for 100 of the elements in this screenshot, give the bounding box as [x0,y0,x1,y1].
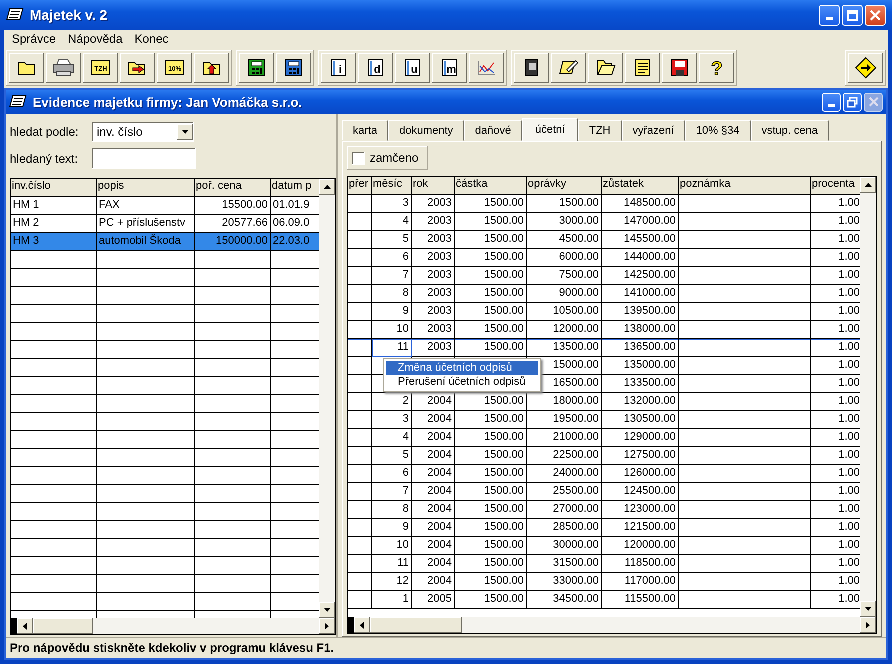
column-header[interactable]: procenta [811,177,860,195]
toolbar-button[interactable] [848,53,883,83]
app-icon [9,94,27,110]
floppy-icon [670,59,688,77]
toolbar-button[interactable] [625,53,660,83]
toolbar-button[interactable]: d [358,53,393,83]
table-cell: 3 [402,197,409,209]
document-icon: i [330,59,346,77]
menu-item[interactable]: Správce [6,32,62,46]
table-cell: 118500.00 [624,557,676,569]
table-cell: 147000.00 [624,215,676,227]
minimize-button[interactable] [819,4,840,26]
minimize-button[interactable] [822,92,841,112]
scroll-right-icon [866,622,870,628]
column-header[interactable]: rok [412,177,455,195]
table-cell: 145500.00 [624,233,676,245]
column-header[interactable]: částka [455,177,527,195]
toolbar-button[interactable] [194,53,229,83]
table-cell: 12 [396,575,409,587]
toolbar-button[interactable] [239,53,274,83]
toolbar-button[interactable] [551,53,586,83]
tab[interactable]: 10% §34 [685,120,751,141]
close-button[interactable] [864,92,883,112]
search-text-field[interactable] [92,148,196,169]
toolbar-button[interactable] [9,53,44,83]
menu-item[interactable]: Přerušení účetních odpisů [386,375,538,389]
table-cell: 1.00 [838,233,860,245]
table-cell: 1500.00 [484,251,524,263]
horizontal-scrollbar[interactable] [348,617,876,633]
table-cell: 115500.00 [624,593,676,605]
table-cell: 15000.00 [553,359,599,371]
column-header[interactable]: měsíc [372,177,412,195]
table-cell: 2004 [428,395,452,407]
toolbar-button[interactable] [514,53,549,83]
toolbar-button[interactable] [120,53,155,83]
table-cell: 8 [402,503,409,515]
table-cell: 130500.00 [624,413,676,425]
table-cell: 2003 [428,323,452,335]
tab[interactable]: vstup. cena [750,120,830,141]
document-title: Evidence majetku firmy: Jan Vomáčka s.r.o. [33,94,302,110]
tab[interactable]: vyřazení [622,120,686,141]
table-cell: 1500.00 [484,449,524,461]
table-row[interactable]: HM 1 FAX 15500.00 01.01.9 [11,197,319,215]
menu-item[interactable]: Nápověda [62,32,129,46]
table-row[interactable]: HM 3 automobil Škoda 150000.00 22.03.0 [11,233,319,251]
close-icon [870,10,881,20]
checkbox[interactable] [352,152,365,164]
column-header[interactable]: přer [348,177,372,195]
tab[interactable]: dokumenty [388,120,464,141]
table-cell: FAX [97,197,195,215]
search-text-label: hledaný text: [10,152,80,166]
table-cell: 9 [402,521,409,533]
search-by-dropdown[interactable]: inv. číslo [92,122,194,142]
table-cell: 10 [396,323,409,335]
table-cell: 117000.00 [624,575,676,587]
column-header[interactable]: inv.číslo [11,179,97,197]
table-cell: 150000.00 [195,233,271,251]
table-cell: 10500.00 [553,305,599,317]
horizontal-scrollbar[interactable] [11,618,335,634]
table-cell: 2003 [428,251,452,263]
column-header[interactable]: popis [97,179,195,197]
maximize-button[interactable] [842,4,863,26]
column-header[interactable]: datum p [271,179,319,197]
book-icon [524,59,540,77]
table-cell: 11 [398,557,409,569]
table-cell: 2004 [428,575,452,587]
window-title: Majetek v. 2 [30,7,108,23]
menu-item[interactable]: Konec [128,32,175,46]
table-cell: 9000.00 [559,287,599,299]
table-row[interactable]: 11 2003 1500.00 13500.00 136500.00 1.00 [348,339,860,357]
tab[interactable]: TZH [578,120,622,141]
table-cell: 2004 [428,557,452,569]
vertical-scrollbar[interactable] [319,179,335,618]
toolbar-button[interactable] [276,53,311,83]
table-cell: 141000.00 [624,287,676,299]
tab[interactable]: účetní [522,118,578,142]
app-icon [6,7,24,23]
table-cell: 15500.00 [195,197,271,215]
folder-icon [18,60,36,76]
table-cell: 2003 [428,197,452,209]
toolbar-button[interactable] [46,53,81,83]
toolbar-button[interactable] [588,53,623,83]
menu-item[interactable]: Změna účetních odpisů [386,361,538,375]
table-cell: 1.00 [838,341,860,353]
scroll-down-icon [864,607,872,611]
column-header[interactable]: oprávky [527,177,602,195]
toolbar-button[interactable] [662,53,697,83]
vertical-scrollbar[interactable] [860,177,876,617]
restore-button[interactable] [843,92,862,112]
toolbar-button[interactable]: m [432,53,467,83]
search-by-label: hledat podle: [10,124,80,138]
column-header[interactable]: poznámka [679,177,811,195]
toolbar-button[interactable]: i [321,53,356,83]
column-header[interactable]: poř. cena [195,179,271,197]
column-header[interactable]: zůstatek [602,177,679,195]
tab[interactable]: karta [342,120,388,141]
table-cell: HM 1 [11,197,97,215]
tab[interactable]: daňové [464,120,522,141]
toolbar-button[interactable]: u [395,53,430,83]
table-cell: 1.00 [838,557,860,569]
